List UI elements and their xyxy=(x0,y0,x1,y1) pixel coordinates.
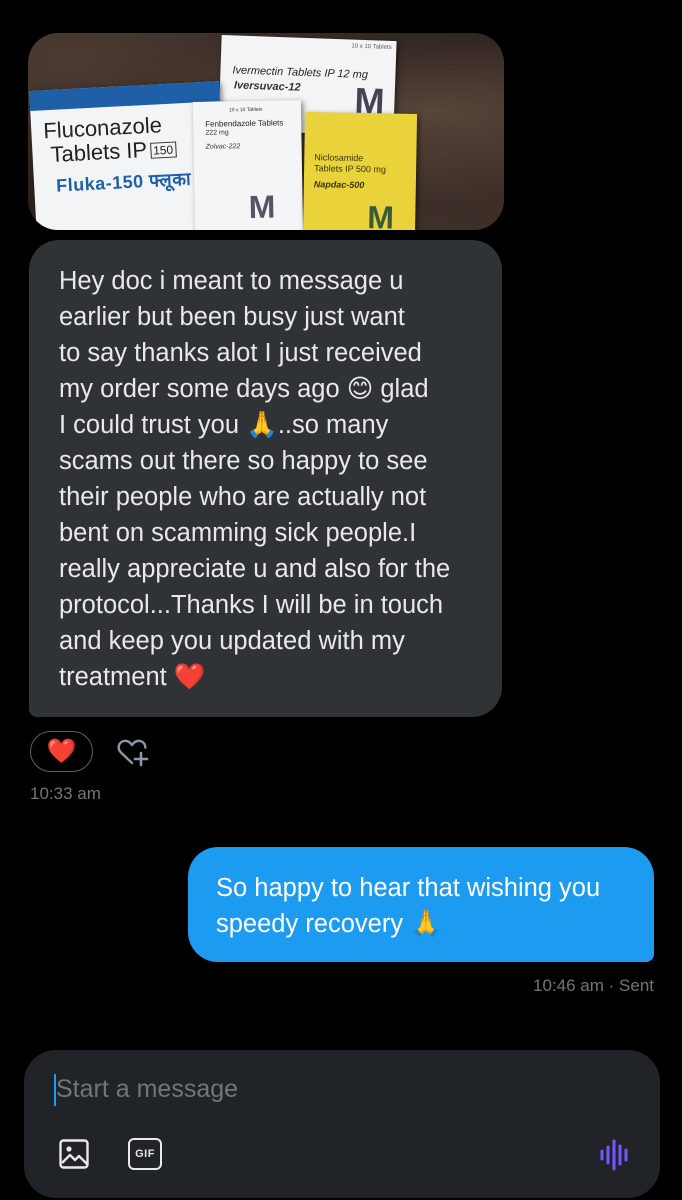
niclosamide-name-line1: Niclosamide xyxy=(314,152,364,164)
fluconazole-strength: 150 xyxy=(149,141,177,160)
gif-button[interactable]: GIF xyxy=(128,1138,162,1170)
received-message-bubble[interactable]: Hey doc i meant to message u earlier but… xyxy=(29,240,502,717)
niclosamide-brand: Napdac-500 xyxy=(313,179,365,191)
received-message-text: Hey doc i meant to message u earlier but… xyxy=(59,267,451,691)
message-input[interactable] xyxy=(54,1068,618,1110)
gif-icon: GIF xyxy=(128,1138,162,1170)
fenbendazole-pack-count: 10 x 10 Tablets xyxy=(228,106,263,114)
niclosamide-logo: M xyxy=(366,199,395,230)
fluconazole-form-text: Tablets IP xyxy=(49,137,148,168)
received-timestamp: 10:33 am xyxy=(30,784,101,803)
sent-status: 10:46 am · Sent xyxy=(533,976,654,995)
fenbendazole-brand: Zolvac-222 xyxy=(205,143,241,151)
voice-message-button[interactable] xyxy=(598,1138,634,1172)
image-button[interactable] xyxy=(58,1138,90,1170)
ivermectin-name: Ivermectin Tablets IP 12 mg xyxy=(232,64,369,82)
add-reaction-icon[interactable] xyxy=(115,736,151,770)
image-icon xyxy=(59,1139,89,1169)
fluconazole-form: Tablets IP 150 xyxy=(50,135,177,168)
voice-message-icon xyxy=(600,1139,628,1171)
fenbendazole-logo: M xyxy=(248,188,276,225)
fenbendazole-name: Fenbendazole Tablets xyxy=(205,118,284,129)
ivermectin-pack-count: 10 x 10 Tablets xyxy=(351,43,392,51)
sent-message-bubble[interactable]: So happy to hear that wishing you speedy… xyxy=(188,847,654,962)
niclosamide-name: Niclosamide Tablets IP 500 mg xyxy=(314,152,386,175)
heart-reaction[interactable]: ❤️ xyxy=(30,731,93,772)
fluconazole-brand: Fluka-150 फ्लूका xyxy=(55,168,192,196)
fenbendazole-strength: 222 mg xyxy=(205,129,229,137)
ivermectin-brand: Iversuvac-12 xyxy=(233,79,301,94)
sent-message-text: So happy to hear that wishing you speedy… xyxy=(216,874,601,938)
message-composer: GIF xyxy=(24,1050,660,1198)
image-attachment[interactable]: 10 x 10 Tablets Ivermectin Tablets IP 12… xyxy=(28,33,504,230)
niclosamide-box: Niclosamide Tablets IP 500 mg Napdac-500 … xyxy=(302,112,418,230)
heart-icon: ❤️ xyxy=(46,738,77,765)
fenbendazole-box: 10 x 10 Tablets Fenbendazole Tablets 222… xyxy=(192,100,304,230)
niclosamide-name-line2: Tablets IP 500 mg xyxy=(314,163,387,175)
